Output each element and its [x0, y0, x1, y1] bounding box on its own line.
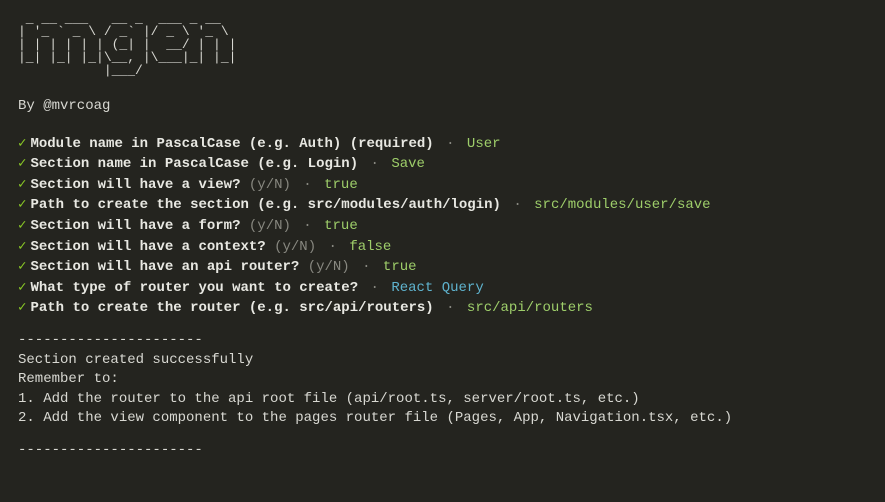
check-icon: ✓ [18, 197, 26, 213]
prompt-line: ✓Path to create the router (e.g. src/api… [18, 299, 867, 319]
prompt-answer: React Query [391, 280, 483, 296]
check-icon: ✓ [18, 218, 26, 234]
check-icon: ✓ [18, 239, 26, 255]
prompt-hint: (y/N) [249, 177, 291, 193]
prompt-question: Module name in PascalCase (e.g. Auth) (r… [30, 136, 433, 152]
prompt-answer: src/api/routers [467, 300, 593, 316]
check-icon: ✓ [18, 136, 26, 152]
check-icon: ✓ [18, 280, 26, 296]
prompt-answer: true [383, 259, 417, 275]
separator: · [295, 218, 320, 234]
prompts-container: ✓Module name in PascalCase (e.g. Auth) (… [18, 135, 867, 319]
check-icon: ✓ [18, 156, 26, 172]
check-icon: ✓ [18, 177, 26, 193]
separator: · [362, 156, 387, 172]
prompt-answer: true [324, 218, 358, 234]
prompt-question: Section name in PascalCase (e.g. Login) [30, 156, 358, 172]
remember-heading: Remember to: [18, 370, 867, 390]
check-icon: ✓ [18, 300, 26, 316]
prompt-answer: true [324, 177, 358, 193]
prompt-hint: (y/N) [308, 259, 350, 275]
separator: · [295, 177, 320, 193]
prompt-question: Path to create the section (e.g. src/mod… [30, 197, 500, 213]
prompt-answer: src/modules/user/save [534, 197, 710, 213]
byline: By @mvrcoag [18, 97, 867, 117]
divider-bottom: ---------------------- [18, 441, 867, 461]
prompt-line: ✓Section will have a form? (y/N) · true [18, 217, 867, 237]
separator: · [354, 259, 379, 275]
prompt-answer: User [467, 136, 501, 152]
prompt-answer: false [349, 239, 391, 255]
ascii-logo: _ __ ___ __ _ ___ _ __ | '_ ` _ \ / _` |… [18, 12, 867, 77]
prompt-question: Section will have a form? [30, 218, 240, 234]
prompt-line: ✓Section name in PascalCase (e.g. Login)… [18, 155, 867, 175]
prompt-question: Section will have a view? [30, 177, 240, 193]
reminder-step-2: 2. Add the view component to the pages r… [18, 409, 867, 429]
prompt-answer: Save [391, 156, 425, 172]
separator: · [438, 300, 463, 316]
reminder-step-1: 1. Add the router to the api root file (… [18, 390, 867, 410]
separator: · [505, 197, 530, 213]
prompt-question: What type of router you want to create? [30, 280, 358, 296]
success-message: Section created successfully [18, 351, 867, 371]
divider-top: ---------------------- [18, 331, 867, 351]
prompt-line: ✓Section will have a view? (y/N) · true [18, 176, 867, 196]
prompt-question: Section will have a context? [30, 239, 265, 255]
check-icon: ✓ [18, 259, 26, 275]
prompt-hint: (y/N) [274, 239, 316, 255]
prompt-line: ✓What type of router you want to create?… [18, 279, 867, 299]
separator: · [320, 239, 345, 255]
prompt-question: Section will have an api router? [30, 259, 299, 275]
separator: · [362, 280, 387, 296]
prompt-hint: (y/N) [249, 218, 291, 234]
separator: · [438, 136, 463, 152]
prompt-line: ✓Section will have a context? (y/N) · fa… [18, 238, 867, 258]
prompt-question: Path to create the router (e.g. src/api/… [30, 300, 433, 316]
prompt-line: ✓Section will have an api router? (y/N) … [18, 258, 867, 278]
prompt-line: ✓Path to create the section (e.g. src/mo… [18, 196, 867, 216]
prompt-line: ✓Module name in PascalCase (e.g. Auth) (… [18, 135, 867, 155]
